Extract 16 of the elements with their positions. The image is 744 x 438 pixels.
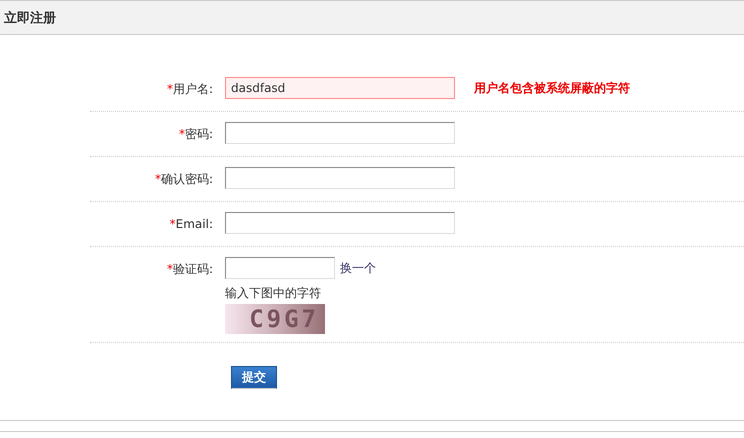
input-field[interactable]: dasdfasd bbox=[225, 77, 455, 99]
captcha-image: C9G7 bbox=[225, 304, 325, 334]
captcha-field[interactable] bbox=[225, 257, 335, 279]
field-label: *确认密码: bbox=[154, 171, 213, 188]
field-label: *Email: bbox=[168, 216, 213, 233]
input-field[interactable] bbox=[225, 212, 455, 234]
refresh-link[interactable]: 换一个 bbox=[340, 260, 376, 276]
input-field[interactable] bbox=[225, 122, 455, 144]
page-title: 立即注册 bbox=[4, 10, 56, 26]
captcha-hint: 输入下图中的字符 bbox=[225, 285, 322, 302]
field-label: *密码: bbox=[178, 126, 213, 143]
input-field[interactable] bbox=[225, 167, 455, 189]
error-message: 用户名包含被系统屏蔽的字符 bbox=[474, 80, 630, 96]
field-label: *验证码: bbox=[166, 261, 213, 278]
submit-button[interactable]: 提交 bbox=[231, 366, 277, 389]
field-label: *用户名: bbox=[166, 81, 213, 98]
